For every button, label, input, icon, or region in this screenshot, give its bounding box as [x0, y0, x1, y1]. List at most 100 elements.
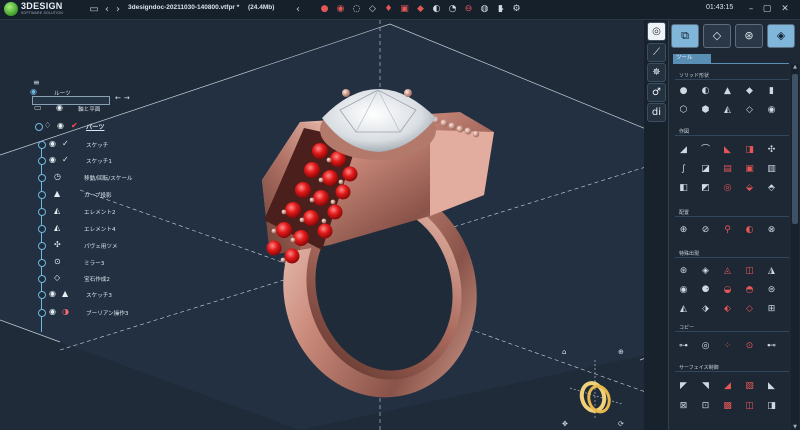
- lens-icon[interactable]: ◐: [430, 3, 443, 16]
- expand-toggle-icon[interactable]: [35, 123, 43, 131]
- scale-icon[interactable]: ◬: [721, 265, 734, 278]
- box-icon[interactable]: ⬢: [699, 104, 712, 117]
- surface-f-icon[interactable]: ⊠: [677, 400, 690, 413]
- prism-icon[interactable]: ⬡: [677, 104, 690, 117]
- expand-toggle-icon[interactable]: [38, 309, 46, 317]
- jewelry-mode-icon[interactable]: ◎: [647, 22, 666, 41]
- 3d-viewport[interactable]: ≡ ←→ ◉ ルーツ ▭ ◉ 軸と平面 ♢ ◉ ✔ パーツ ◉ ✓ スケッチ ◉…: [0, 20, 668, 430]
- surface-c-icon[interactable]: ◢: [721, 380, 734, 393]
- offset-icon[interactable]: ◧: [677, 182, 690, 195]
- gem-icon[interactable]: ◇: [743, 104, 756, 117]
- color-gem-icon[interactable]: ♦: [382, 3, 395, 16]
- maximize-icon[interactable]: ▢: [760, 2, 774, 17]
- blend-icon[interactable]: ◩: [699, 182, 712, 195]
- back-arrow-icon[interactable]: ‹: [102, 3, 112, 17]
- project-icon[interactable]: ⊘: [699, 224, 712, 237]
- curve-icon[interactable]: ∫: [677, 163, 690, 176]
- gems-tab-icon[interactable]: ◇: [703, 24, 731, 48]
- close-icon[interactable]: ✕: [778, 2, 792, 17]
- circle-copy-icon[interactable]: ⊙: [743, 340, 756, 353]
- gear-icon[interactable]: ⚙: [510, 3, 523, 16]
- tree-nav-arrows[interactable]: ←→: [115, 94, 133, 102]
- split-icon[interactable]: ⬙: [743, 182, 756, 195]
- visibility-eye-icon[interactable]: ◉: [56, 103, 63, 112]
- visibility-eye-icon[interactable]: ◉: [49, 139, 56, 148]
- diamond-icon[interactable]: ◆: [743, 85, 756, 98]
- surface-b-icon[interactable]: ◥: [699, 380, 712, 393]
- ring-icon[interactable]: ◉: [765, 104, 778, 117]
- lattice-icon[interactable]: ⬖: [721, 303, 734, 316]
- morph-icon[interactable]: ◫: [743, 265, 756, 278]
- surface-icon[interactable]: ▣: [743, 163, 756, 176]
- engrave-icon[interactable]: ◒: [721, 284, 734, 297]
- nodes-tab-icon[interactable]: ⊛: [735, 24, 763, 48]
- cut-icon[interactable]: ◇: [743, 303, 756, 316]
- expand-toggle-icon[interactable]: [38, 174, 46, 182]
- weight-icon[interactable]: ⊖: [462, 3, 475, 16]
- pattern-icon[interactable]: ⬗: [699, 303, 712, 316]
- extrude-icon[interactable]: ◢: [677, 144, 690, 157]
- stamp-icon[interactable]: ◓: [743, 284, 756, 297]
- expand-toggle-icon[interactable]: [38, 275, 46, 283]
- grid-icon[interactable]: ⊞: [765, 303, 778, 316]
- loft-icon[interactable]: ◨: [743, 144, 756, 157]
- shell-icon[interactable]: ◪: [699, 163, 712, 176]
- panel-scrollbar[interactable]: ▲ ▼: [791, 64, 799, 430]
- path-copy-icon[interactable]: ⊷: [765, 340, 778, 353]
- ring-icon[interactable]: ◌: [350, 3, 363, 16]
- expand-toggle-icon[interactable]: [38, 225, 46, 233]
- expand-toggle-icon[interactable]: [38, 191, 46, 199]
- surface-i-icon[interactable]: ◫: [743, 400, 756, 413]
- emboss-icon[interactable]: ⚈: [699, 284, 712, 297]
- dot-copy-icon[interactable]: ⁘: [721, 340, 734, 353]
- join-icon[interactable]: ⬘: [765, 182, 778, 195]
- surface-e-icon[interactable]: ◣: [765, 380, 778, 393]
- rail-icon[interactable]: ▤: [721, 163, 734, 176]
- pyramid-icon[interactable]: ◭: [721, 104, 734, 117]
- linear-copy-icon[interactable]: ⊶: [677, 340, 690, 353]
- scroll-thumb[interactable]: [792, 74, 798, 224]
- curve-mode-icon[interactable]: ⟋: [647, 43, 666, 62]
- expand-toggle-icon[interactable]: [38, 242, 46, 250]
- radial-copy-icon[interactable]: ◎: [699, 340, 712, 353]
- di-mode-icon[interactable]: di: [647, 103, 666, 122]
- shape-icon[interactable]: ◆: [414, 3, 427, 16]
- visibility-eye-icon[interactable]: ◉: [49, 307, 56, 316]
- chevron-right-icon[interactable]: ›: [497, 3, 507, 17]
- cone-icon[interactable]: ▲: [721, 85, 734, 98]
- twist-icon[interactable]: ⊛: [677, 265, 690, 278]
- drop-icon[interactable]: ⚲: [721, 224, 734, 237]
- expand-toggle-icon[interactable]: [38, 208, 46, 216]
- tree-search-input[interactable]: [32, 96, 110, 105]
- expand-toggle-icon[interactable]: [38, 259, 46, 267]
- revolve-icon[interactable]: ◎: [721, 182, 734, 195]
- forward-arrow-icon[interactable]: ›: [113, 3, 123, 17]
- sphere-icon[interactable]: ◔: [446, 3, 459, 16]
- chevron-left-icon[interactable]: ‹: [293, 3, 303, 17]
- box-icon[interactable]: ▣: [398, 3, 411, 16]
- sweep-icon[interactable]: ◣: [721, 144, 734, 157]
- expand-toggle-icon[interactable]: [38, 157, 46, 165]
- arc-icon[interactable]: ⌒: [699, 144, 712, 157]
- tools-subtab[interactable]: ツール: [673, 54, 711, 63]
- scroll-down-icon[interactable]: ▼: [791, 424, 799, 430]
- surface-j-icon[interactable]: ◨: [765, 400, 778, 413]
- surface-g-icon[interactable]: ⊡: [699, 400, 712, 413]
- minimize-icon[interactable]: –: [744, 2, 758, 17]
- place-icon[interactable]: ⊕: [677, 224, 690, 237]
- align-icon[interactable]: ⊗: [765, 224, 778, 237]
- visibility-eye-icon[interactable]: ◉: [57, 121, 64, 130]
- torus-icon[interactable]: ◐: [699, 85, 712, 98]
- scroll-up-icon[interactable]: ▲: [791, 64, 799, 70]
- bracelet-icon[interactable]: ◍: [478, 3, 491, 16]
- view-navigator[interactable]: ⌂ ⊕ ✥ ⟳: [562, 348, 628, 430]
- expand-toggle-icon[interactable]: [38, 141, 46, 149]
- file-icon[interactable]: ▭: [88, 3, 100, 17]
- mesh-mode-icon[interactable]: ✵: [647, 63, 666, 82]
- panel-icon[interactable]: ▥: [765, 163, 778, 176]
- cylinder-icon[interactable]: ▮: [765, 85, 778, 98]
- array-icon[interactable]: ◭: [677, 303, 690, 316]
- menu-icon[interactable]: ≡: [33, 78, 40, 87]
- taper-icon[interactable]: ◮: [765, 265, 778, 278]
- tools-tab-icon[interactable]: ⧉: [671, 24, 699, 48]
